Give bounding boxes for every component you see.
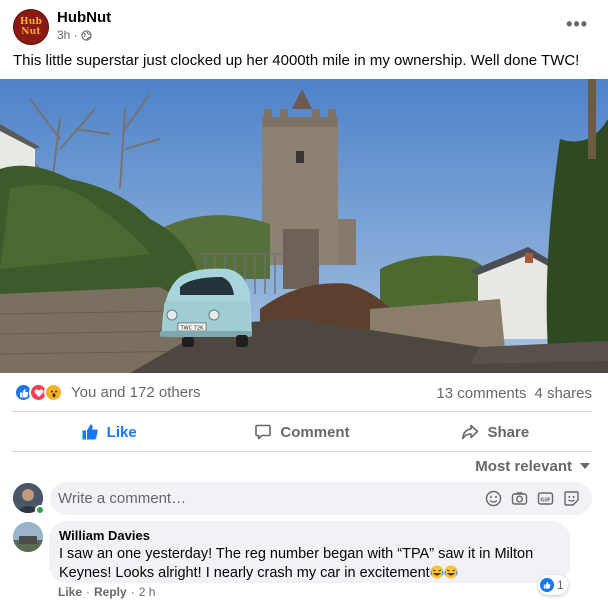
comment-composer[interactable]: GIF: [50, 482, 592, 515]
shares-count[interactable]: 4 shares: [534, 385, 592, 402]
commenter-avatar[interactable]: [13, 522, 43, 552]
gif-icon[interactable]: GIF: [537, 490, 554, 507]
sticker-icon[interactable]: [563, 490, 580, 507]
logo-text-bottom: Nut: [21, 27, 41, 37]
comment-time[interactable]: 2 h: [139, 585, 156, 599]
online-status-dot: [35, 505, 45, 515]
divider: [12, 411, 592, 412]
comment-input[interactable]: [58, 482, 478, 515]
logo-text-top: Hub: [20, 17, 42, 27]
sort-label: Most relevant: [475, 458, 572, 475]
share-arrow-icon: [462, 424, 479, 440]
comment-reply-link[interactable]: Reply: [94, 585, 127, 599]
separator: ·: [86, 585, 91, 599]
like-reaction-icon: [540, 578, 554, 592]
camera-icon[interactable]: [511, 490, 528, 507]
comment-actions: Like · Reply · 2 h: [58, 585, 155, 599]
post-meta: 3h ·: [57, 28, 92, 42]
svg-text:GIF: GIF: [540, 497, 551, 503]
like-label: Like: [106, 423, 137, 441]
photo-scene: TWC 72K: [0, 79, 608, 373]
post-text: This little superstar just clocked up he…: [13, 52, 580, 69]
comments-count[interactable]: 13 comments: [436, 385, 526, 402]
comment-text: I saw an one yesterday! The reg number b…: [59, 545, 560, 583]
more-options-icon[interactable]: •••: [566, 14, 588, 35]
comment-bubble-icon: [255, 424, 272, 440]
post-author[interactable]: HubNut: [57, 9, 111, 26]
divider: [12, 451, 592, 452]
comment-bubble: William Davies I saw an one yesterday! T…: [49, 521, 570, 583]
composer-tools: GIF: [485, 490, 580, 507]
reaction-count: 1: [557, 578, 564, 592]
thumbs-up-icon: [82, 424, 98, 440]
wow-reaction-icon: [44, 383, 63, 402]
emoji-icon[interactable]: [485, 490, 502, 507]
laughing-emoji-icon: [444, 565, 458, 579]
caret-down-icon: [580, 463, 590, 469]
comment-reaction-count[interactable]: 1: [538, 575, 568, 595]
globe-icon: [81, 29, 92, 41]
page-avatar[interactable]: Hub Nut: [13, 9, 49, 45]
share-button[interactable]: Share: [399, 414, 592, 450]
comment-body: I saw an one yesterday! The reg number b…: [59, 546, 534, 581]
commenter-name[interactable]: William Davies: [59, 528, 560, 543]
reaction-summary[interactable]: You and 172 others: [14, 383, 201, 402]
reactions-text[interactable]: You and 172 others: [71, 384, 201, 401]
post-time[interactable]: 3h ·: [57, 28, 78, 42]
post-photo[interactable]: TWC 72K: [0, 79, 608, 373]
comment-like-link[interactable]: Like: [58, 585, 82, 599]
separator: ·: [130, 585, 135, 599]
comment-label: Comment: [280, 423, 350, 441]
like-button[interactable]: Like: [12, 414, 205, 450]
post-actions: Like Comment Share: [12, 414, 592, 450]
share-label: Share: [487, 423, 530, 441]
post-header: Hub Nut HubNut 3h · •••: [0, 0, 608, 50]
comment-button[interactable]: Comment: [205, 414, 398, 450]
comment-sort-dropdown[interactable]: Most relevant: [475, 458, 590, 475]
car-plate: TWC 72K: [180, 326, 204, 332]
laughing-emoji-icon: [430, 565, 444, 579]
engagement-counts: 13 comments 4 shares: [436, 385, 592, 402]
